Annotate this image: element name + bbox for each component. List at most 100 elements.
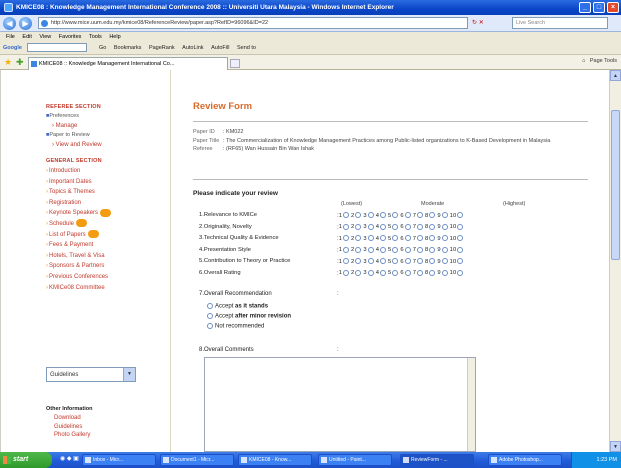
rating-radio[interactable] [457, 258, 464, 264]
rating-radio[interactable] [404, 235, 411, 241]
rating-radio[interactable] [417, 235, 424, 241]
scroll-down-icon[interactable]: ▼ [610, 441, 621, 452]
taskbar-button[interactable]: KMICE08 - Know... [238, 454, 312, 466]
refresh-stop-buttons[interactable]: ↻ ✕ [472, 17, 510, 29]
rating-radio[interactable] [417, 258, 424, 264]
home-icon[interactable]: ⌂ [582, 58, 585, 64]
rating-radio[interactable] [392, 269, 399, 276]
rating-radio[interactable] [429, 212, 436, 218]
rating-radio[interactable] [380, 235, 387, 241]
taskbar-button[interactable]: ReviewForm - ... [400, 454, 474, 466]
scroll-thumb[interactable] [611, 110, 620, 260]
rating-radio[interactable] [441, 269, 448, 276]
rating-radio[interactable] [392, 246, 399, 253]
download-link[interactable]: Download [46, 414, 166, 423]
photo-gallery-link[interactable]: Photo Gallery [46, 431, 166, 440]
view-review-link[interactable]: › View and Review [46, 140, 170, 150]
rating-radio[interactable] [380, 258, 387, 264]
rating-radio[interactable] [457, 246, 464, 253]
address-input[interactable]: http://www.mice.uum.edu.my/kmice08/Refer… [38, 17, 468, 29]
add-favorite-icon[interactable]: ✚ [16, 57, 24, 68]
sidebar-item-keynote-speakers[interactable]: ›Keynote Speakers [46, 208, 170, 219]
rating-radio[interactable] [367, 269, 374, 276]
sidebar-item-hotels-travel-visa[interactable]: ›Hotels, Travel & Visa [46, 251, 170, 262]
rating-radio[interactable] [429, 258, 436, 264]
sidebar-item-list-of-papers[interactable]: ›List of Papers [46, 229, 170, 241]
recommendation-option[interactable]: Accept after minor revision [207, 313, 291, 320]
rating-radio[interactable] [417, 212, 424, 218]
rating-radio[interactable] [367, 235, 374, 241]
rating-radio[interactable] [355, 235, 362, 241]
rating-radio[interactable] [417, 246, 424, 253]
rating-radio[interactable] [355, 269, 362, 276]
quick-links-select[interactable]: Guidelines ▼ [46, 367, 136, 382]
rating-radio[interactable] [404, 246, 411, 253]
rating-radio[interactable] [355, 212, 362, 218]
menu-file[interactable]: File [6, 34, 15, 40]
menu-edit[interactable]: Edit [22, 34, 31, 40]
google-search-input[interactable] [27, 43, 88, 53]
sidebar-item-topics-themes[interactable]: ›Topics & Themes [46, 187, 170, 198]
taskbar-button[interactable]: Adobe Photoshop... [488, 454, 562, 466]
google-go-button[interactable]: Go [99, 45, 106, 51]
close-button[interactable]: × [607, 2, 619, 13]
rating-radio[interactable] [343, 246, 350, 253]
rating-radio[interactable] [367, 223, 374, 230]
rating-radio[interactable] [404, 258, 411, 264]
maximize-button[interactable]: □ [593, 2, 605, 13]
rating-radio[interactable] [404, 212, 411, 218]
menu-favorites[interactable]: Favorites [59, 34, 82, 40]
recommendation-radio[interactable] [207, 323, 213, 329]
google-pagerank[interactable]: PageRank [149, 45, 175, 51]
rating-radio[interactable] [392, 258, 399, 264]
rating-radio[interactable] [343, 235, 350, 241]
rating-radio[interactable] [392, 235, 399, 241]
menu-help[interactable]: Help [109, 34, 120, 40]
rating-radio[interactable] [441, 235, 448, 241]
rating-radio[interactable] [457, 223, 464, 230]
sidebar-item-registration[interactable]: ›Registration [46, 198, 170, 209]
rating-radio[interactable] [367, 212, 374, 218]
start-button[interactable]: start [0, 452, 52, 468]
favorites-star-icon[interactable]: ★ [4, 57, 12, 68]
chevron-down-icon[interactable]: ▼ [123, 368, 135, 381]
rating-radio[interactable] [457, 235, 464, 241]
google-autofill-button[interactable]: AutoFill [211, 45, 229, 51]
command-bar[interactable]: ⌂ Page Tools [582, 58, 617, 64]
rating-radio[interactable] [441, 212, 448, 218]
rating-radio[interactable] [429, 246, 436, 253]
rating-radio[interactable] [441, 246, 448, 253]
recommendation-option[interactable]: Accept as it stands [207, 303, 268, 310]
rating-radio[interactable] [429, 223, 436, 230]
sidebar-item-kmice08-committee[interactable]: ›KMICe08 Committee [46, 283, 170, 294]
menu-view[interactable]: View [39, 34, 51, 40]
command-items[interactable]: Page Tools [590, 58, 617, 64]
rating-radio[interactable] [355, 258, 362, 264]
sidebar-item-previous-conferences[interactable]: ›Previous Conferences [46, 272, 170, 283]
rating-radio[interactable] [392, 223, 399, 230]
rating-radio[interactable] [355, 223, 362, 230]
rating-radio[interactable] [392, 212, 399, 218]
sidebar-item-sponsors-partners[interactable]: ›Sponsors & Partners [46, 261, 170, 272]
recommendation-radio[interactable] [207, 303, 213, 309]
rating-radio[interactable] [343, 269, 350, 276]
rating-radio[interactable] [429, 235, 436, 241]
google-autolink-button[interactable]: AutoLink [182, 45, 203, 51]
rating-radio[interactable] [441, 258, 448, 264]
rating-radio[interactable] [367, 246, 374, 253]
new-tab-button[interactable] [230, 59, 240, 68]
rating-radio[interactable] [380, 212, 387, 218]
scroll-up-icon[interactable]: ▲ [610, 70, 621, 81]
sidebar-item-schedule[interactable]: ›Schedule [46, 219, 170, 230]
taskbar-button[interactable]: Document1 - Micr... [160, 454, 234, 466]
rating-radio[interactable] [457, 212, 464, 218]
search-input[interactable]: Live Search [512, 17, 608, 29]
guidelines-link[interactable]: Guidelines [46, 423, 166, 432]
recommendation-radio[interactable] [207, 313, 213, 319]
page-scrollbar[interactable]: ▲ ▼ [609, 70, 621, 452]
sidebar-item-fees-payment[interactable]: ›Fees & Payment [46, 240, 170, 251]
rating-radio[interactable] [404, 269, 411, 276]
rating-radio[interactable] [429, 269, 436, 276]
rating-radio[interactable] [343, 258, 350, 264]
forward-button[interactable]: ▶ [19, 17, 32, 30]
